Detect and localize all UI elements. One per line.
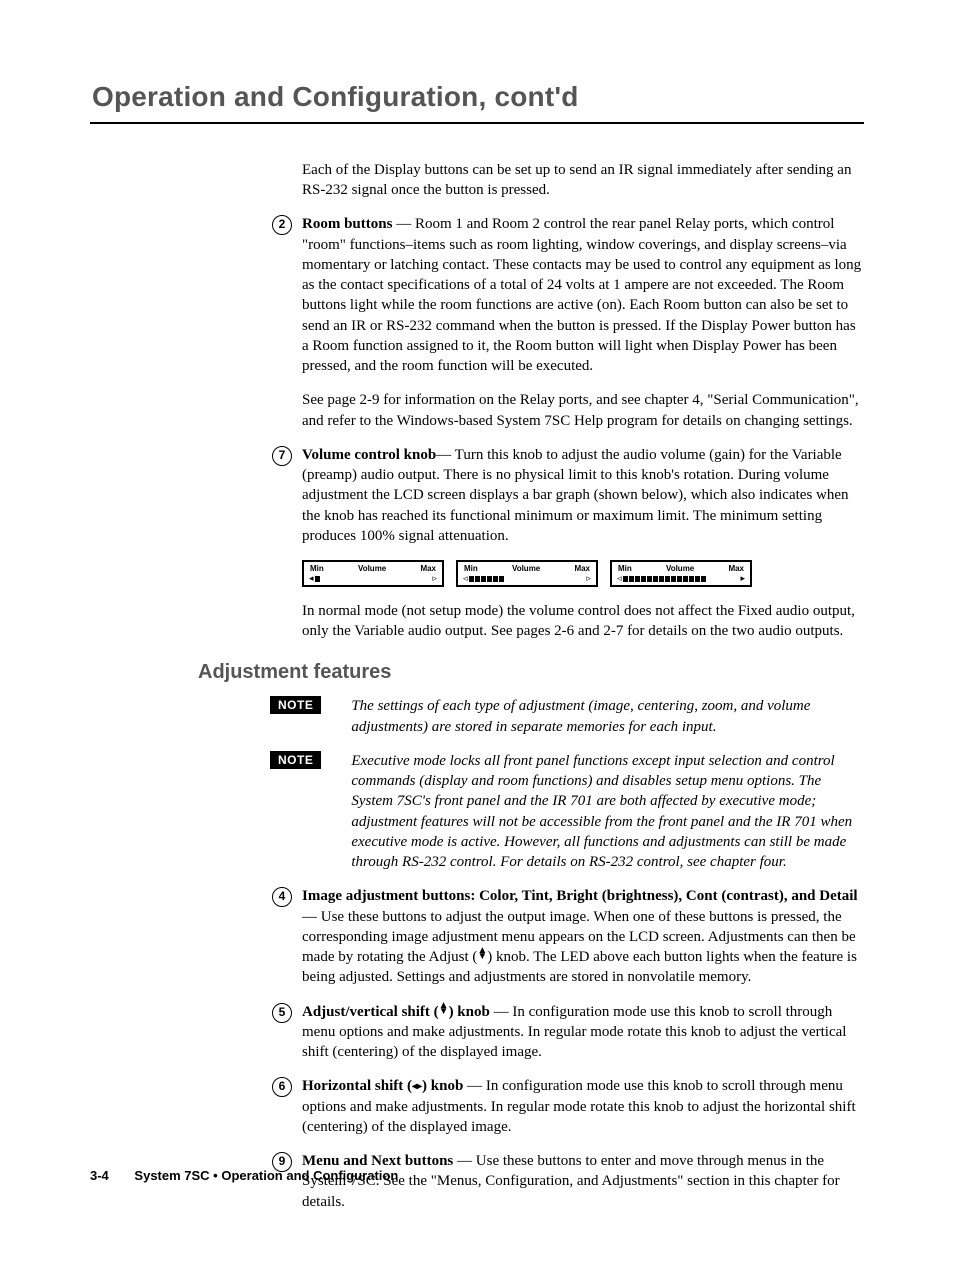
item-2-text: — Room 1 and Room 2 control the rear pan… [302, 216, 861, 374]
body-column-3: 4 Image adjustment buttons: Color, Tint,… [302, 886, 864, 1212]
item-2-body: Room buttons — Room 1 and Room 2 control… [302, 214, 864, 376]
item-hshift: 6 Horizontal shift (◂▸) knob — In config… [302, 1076, 864, 1137]
page-title: Operation and Configuration, cont'd [92, 78, 864, 116]
item-2-label: Room buttons [302, 216, 392, 232]
note-1-text: The settings of each type of adjustment … [351, 696, 864, 737]
callout-6: 6 [272, 1077, 292, 1097]
arrow-left-icon: ◂ [309, 574, 314, 583]
item-4-body: Image adjustment buttons: Color, Tint, B… [302, 886, 864, 987]
item-7-body: Volume control knob— Turn this knob to a… [302, 445, 864, 546]
item-2-see: See page 2-9 for information on the Rela… [302, 390, 864, 431]
note-2-text: Executive mode locks all front panel fun… [351, 751, 864, 873]
lcd-vol-label: Volume [512, 564, 540, 575]
item-6-body: Horizontal shift (◂▸) knob — In configur… [302, 1076, 864, 1137]
up-down-icon: ▲▼ [477, 948, 487, 960]
body-column-2: NOTE The settings of each type of adjust… [350, 696, 864, 872]
body-column: Each of the Display buttons can be set u… [302, 160, 864, 642]
item-7-label: Volume control knob [302, 447, 436, 463]
note-badge: NOTE [270, 751, 321, 769]
callout-7: 7 [272, 446, 292, 466]
arrow-right-icon: ▹ [432, 574, 437, 583]
left-right-icon: ◂▸ [412, 1080, 422, 1094]
callout-4: 4 [272, 887, 292, 907]
note-1: NOTE The settings of each type of adjust… [350, 696, 864, 737]
item-room-buttons: 2 Room buttons — Room 1 and Room 2 contr… [302, 214, 864, 376]
item-5-body: Adjust/vertical shift (▲▼) knob — In con… [302, 1002, 864, 1063]
lcd-max: MinVolumeMax ◃▸ [610, 560, 752, 587]
arrow-left-icon: ◃ [617, 574, 622, 583]
item-adjust-vshift: 5 Adjust/vertical shift (▲▼) knob — In c… [302, 1002, 864, 1063]
lcd-vol-label: Volume [358, 564, 386, 575]
lcd-vol-label: Volume [666, 564, 694, 575]
note-badge: NOTE [270, 696, 321, 714]
footer-title: System 7SC • Operation and Configuration [134, 1168, 398, 1183]
callout-5: 5 [272, 1003, 292, 1023]
arrow-right-icon: ▹ [586, 574, 591, 583]
title-rule [90, 122, 864, 124]
lcd-screens: MinVolumeMax ◂▹ MinVolumeMax ◃▹ MinVolum… [302, 560, 864, 587]
normal-mode-paragraph: In normal mode (not setup mode) the volu… [302, 601, 864, 642]
page-footer: 3-4 System 7SC • Operation and Configura… [90, 1167, 398, 1185]
item-6-label-b: ) knob [422, 1078, 463, 1094]
lcd-min: MinVolumeMax ◂▹ [302, 560, 444, 587]
arrow-right-icon: ▸ [740, 574, 745, 583]
item-5-label-a: Adjust/vertical shift ( [302, 1004, 439, 1020]
item-volume-knob: 7 Volume control knob— Turn this knob to… [302, 445, 864, 546]
page: Operation and Configuration, cont'd Each… [0, 0, 954, 1286]
item-image-adjust: 4 Image adjustment buttons: Color, Tint,… [302, 886, 864, 987]
lcd-mid: MinVolumeMax ◃▹ [456, 560, 598, 587]
note-2: NOTE Executive mode locks all front pane… [350, 751, 864, 873]
item-5-label-b: ) knob [449, 1004, 490, 1020]
item-6-label-a: Horizontal shift ( [302, 1078, 412, 1094]
page-number: 3-4 [90, 1168, 109, 1183]
up-down-icon: ▲▼ [439, 1003, 449, 1015]
intro-paragraph: Each of the Display buttons can be set u… [302, 160, 864, 201]
callout-2: 2 [272, 215, 292, 235]
arrow-left-icon: ◃ [463, 574, 468, 583]
item-4-label: Image adjustment buttons: Color, Tint, B… [302, 888, 858, 904]
section-heading: Adjustment features [198, 659, 864, 686]
